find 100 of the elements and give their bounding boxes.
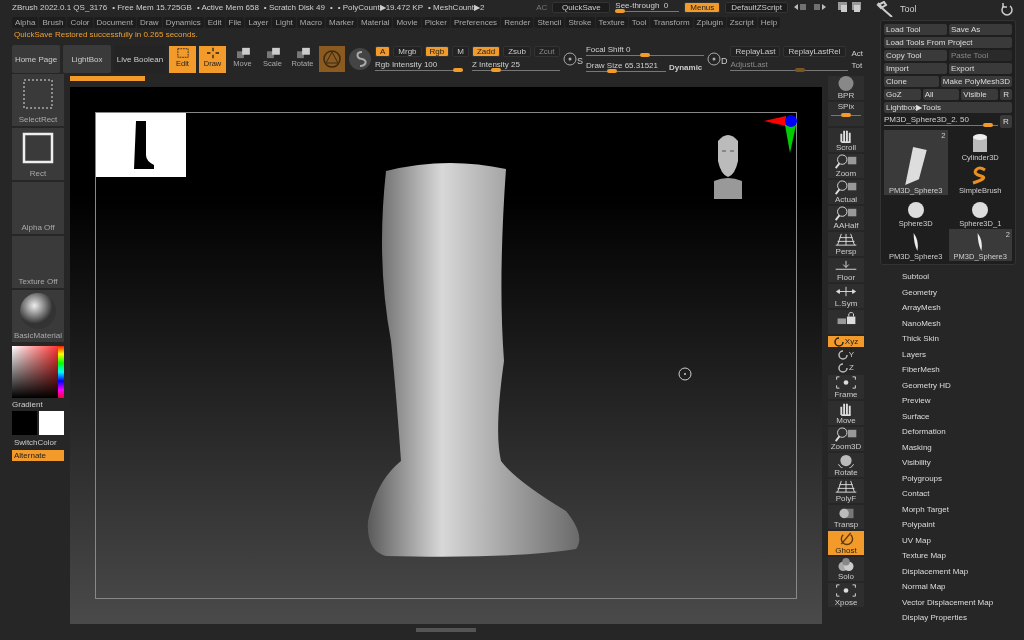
- alternate-toggle[interactable]: Alternate: [12, 450, 64, 461]
- menu-item[interactable]: Alpha: [12, 16, 39, 28]
- tool-button[interactable]: Clone: [884, 76, 939, 87]
- spix-slider[interactable]: SPix: [828, 102, 864, 126]
- menu-item[interactable]: Stencil: [534, 16, 565, 28]
- shelf-button[interactable]: PolyF: [828, 479, 864, 503]
- focal-shift-slider[interactable]: Focal Shift 0: [585, 44, 704, 58]
- shelf-button[interactable]: Actual: [828, 180, 864, 204]
- shelf-button[interactable]: Xyz: [828, 336, 864, 347]
- shelf-tile[interactable]: BasicMaterial: [12, 290, 64, 342]
- see-through-slider[interactable]: See-through 0: [615, 0, 680, 14]
- tool-button[interactable]: Load Tools From Project: [884, 37, 1012, 48]
- scroll-handle[interactable]: [416, 628, 476, 632]
- subpalette-item[interactable]: Displacement Map: [902, 563, 1024, 579]
- color-mode-toggle[interactable]: Mrgb: [393, 45, 422, 57]
- tool-button[interactable]: Load Tool: [884, 24, 947, 35]
- color-picker[interactable]: [12, 346, 64, 398]
- adjust-last-slider[interactable]: AdjustLast: [730, 59, 849, 73]
- menu-item[interactable]: Transform: [650, 16, 693, 28]
- color-mode-toggle[interactable]: Rgb: [424, 45, 450, 57]
- subpalette-item[interactable]: Polypaint: [902, 517, 1024, 533]
- main-color-swatch[interactable]: [12, 411, 37, 435]
- subpalette-item[interactable]: Deformation: [902, 424, 1024, 440]
- shelf-button[interactable]: Zoom3D: [828, 427, 864, 451]
- menu-item[interactable]: Material: [357, 16, 393, 28]
- tool-slider[interactable]: PM3D_Sphere3D_2. 50: [884, 115, 998, 128]
- subpalette-item[interactable]: Morph Target: [902, 501, 1024, 517]
- shelf-button[interactable]: Scroll: [828, 128, 864, 152]
- shelf-tile[interactable]: SelectRect: [12, 74, 64, 126]
- menu-item[interactable]: Layer: [245, 16, 272, 28]
- menu-item[interactable]: Texture: [595, 16, 628, 28]
- subpalette-item[interactable]: Vector Displacement Map: [902, 594, 1024, 610]
- layout-arrows-icon[interactable]: [793, 1, 827, 13]
- menu-item[interactable]: Zscript: [726, 16, 757, 28]
- depth-mode-toggle[interactable]: Zadd: [471, 45, 501, 57]
- color-mode-toggle[interactable]: A: [375, 45, 391, 57]
- color-mode-toggle[interactable]: M: [452, 45, 469, 57]
- subpalette-item[interactable]: Subtool: [902, 269, 1024, 285]
- subpalette-item[interactable]: FiberMesh: [902, 362, 1024, 378]
- menu-item[interactable]: Light: [272, 16, 296, 28]
- subpalette-item[interactable]: Polygroups: [902, 470, 1024, 486]
- menu-item[interactable]: Draw: [136, 16, 162, 28]
- subpalette-item[interactable]: Masking: [902, 439, 1024, 455]
- menus-toggle[interactable]: Menus: [684, 1, 721, 13]
- shelf-button[interactable]: AAHalf: [828, 206, 864, 230]
- menu-item[interactable]: Dynamics: [162, 16, 204, 28]
- shelf-button[interactable]: Ghost: [828, 531, 864, 555]
- subpalette-item[interactable]: Contact: [902, 486, 1024, 502]
- shelf-button[interactable]: L.Sym: [828, 284, 864, 308]
- menu-item[interactable]: Marker: [326, 16, 357, 28]
- menu-item[interactable]: Picker: [421, 16, 450, 28]
- reset-button[interactable]: R: [1000, 115, 1012, 128]
- tool-button[interactable]: Import: [884, 63, 947, 74]
- menu-item[interactable]: Edit: [204, 16, 225, 28]
- rgb-intensity-slider[interactable]: Rgb Intensity 100: [375, 59, 463, 73]
- subpalette-item[interactable]: Geometry: [902, 284, 1024, 300]
- tool-button[interactable]: Visible: [961, 89, 998, 100]
- depth-mode-toggle[interactable]: Zsub: [503, 45, 531, 57]
- shelf-tile[interactable]: Texture Off: [12, 236, 64, 288]
- brush-sphere-icon[interactable]: [348, 47, 372, 71]
- tool-button[interactable]: All: [922, 89, 960, 100]
- menu-item[interactable]: Help: [757, 16, 781, 28]
- subpalette-item[interactable]: UV Map: [902, 532, 1024, 548]
- shelf-tile[interactable]: Rect: [12, 128, 64, 180]
- menu-item[interactable]: Color: [67, 16, 93, 28]
- subpalette-item[interactable]: Display Properties: [902, 610, 1024, 626]
- menu-item[interactable]: Preferences: [451, 16, 501, 28]
- shelf-button[interactable]: Frame: [828, 375, 864, 399]
- menu-item[interactable]: File: [225, 16, 245, 28]
- lightbox-button[interactable]: LightBox: [63, 45, 111, 73]
- menu-item[interactable]: Render: [501, 16, 534, 28]
- menu-item[interactable]: Brush: [39, 16, 67, 28]
- shelf-button[interactable]: Rotate: [828, 453, 864, 477]
- replay-last-rel-button[interactable]: ReplayLastRel: [783, 45, 846, 57]
- subpalette-item[interactable]: NanoMesh: [902, 315, 1024, 331]
- subpalette-item[interactable]: Geometry HD: [902, 377, 1024, 393]
- menu-item[interactable]: Tool: [628, 16, 650, 28]
- subpalette-item[interactable]: Thick Skin: [902, 331, 1024, 347]
- subpalette-item[interactable]: Visibility: [902, 455, 1024, 471]
- shelf-button[interactable]: Solo: [828, 557, 864, 581]
- reset-icon[interactable]: [1000, 2, 1014, 16]
- shelf-tile[interactable]: Alpha Off: [12, 182, 64, 234]
- default-zscript-button[interactable]: DefaultZScript: [725, 1, 788, 13]
- menu-item[interactable]: Zplugin: [693, 16, 726, 28]
- shelf-button[interactable]: Zoom: [828, 154, 864, 178]
- menu-item[interactable]: Macro: [296, 16, 326, 28]
- subpalette-item[interactable]: Normal Map: [902, 579, 1024, 595]
- shelf-button[interactable]: Transp: [828, 505, 864, 529]
- tool-button[interactable]: Lightbox▶Tools: [884, 102, 1012, 113]
- subpalette-item[interactable]: Texture Map: [902, 548, 1024, 564]
- shelf-button[interactable]: Y: [828, 349, 864, 360]
- switch-color-button[interactable]: SwitchColor: [12, 437, 64, 448]
- dynamic-button[interactable]: Dynamic: [668, 62, 703, 72]
- secondary-color-swatch[interactable]: [39, 411, 64, 435]
- tool-button[interactable]: Save As: [949, 24, 1012, 35]
- tool-button[interactable]: Export: [949, 63, 1012, 74]
- shelf-button[interactable]: Floor: [828, 258, 864, 282]
- menu-item[interactable]: Movie: [393, 16, 421, 28]
- tool-button[interactable]: GoZ: [884, 89, 921, 100]
- home-page-button[interactable]: Home Page: [12, 45, 60, 73]
